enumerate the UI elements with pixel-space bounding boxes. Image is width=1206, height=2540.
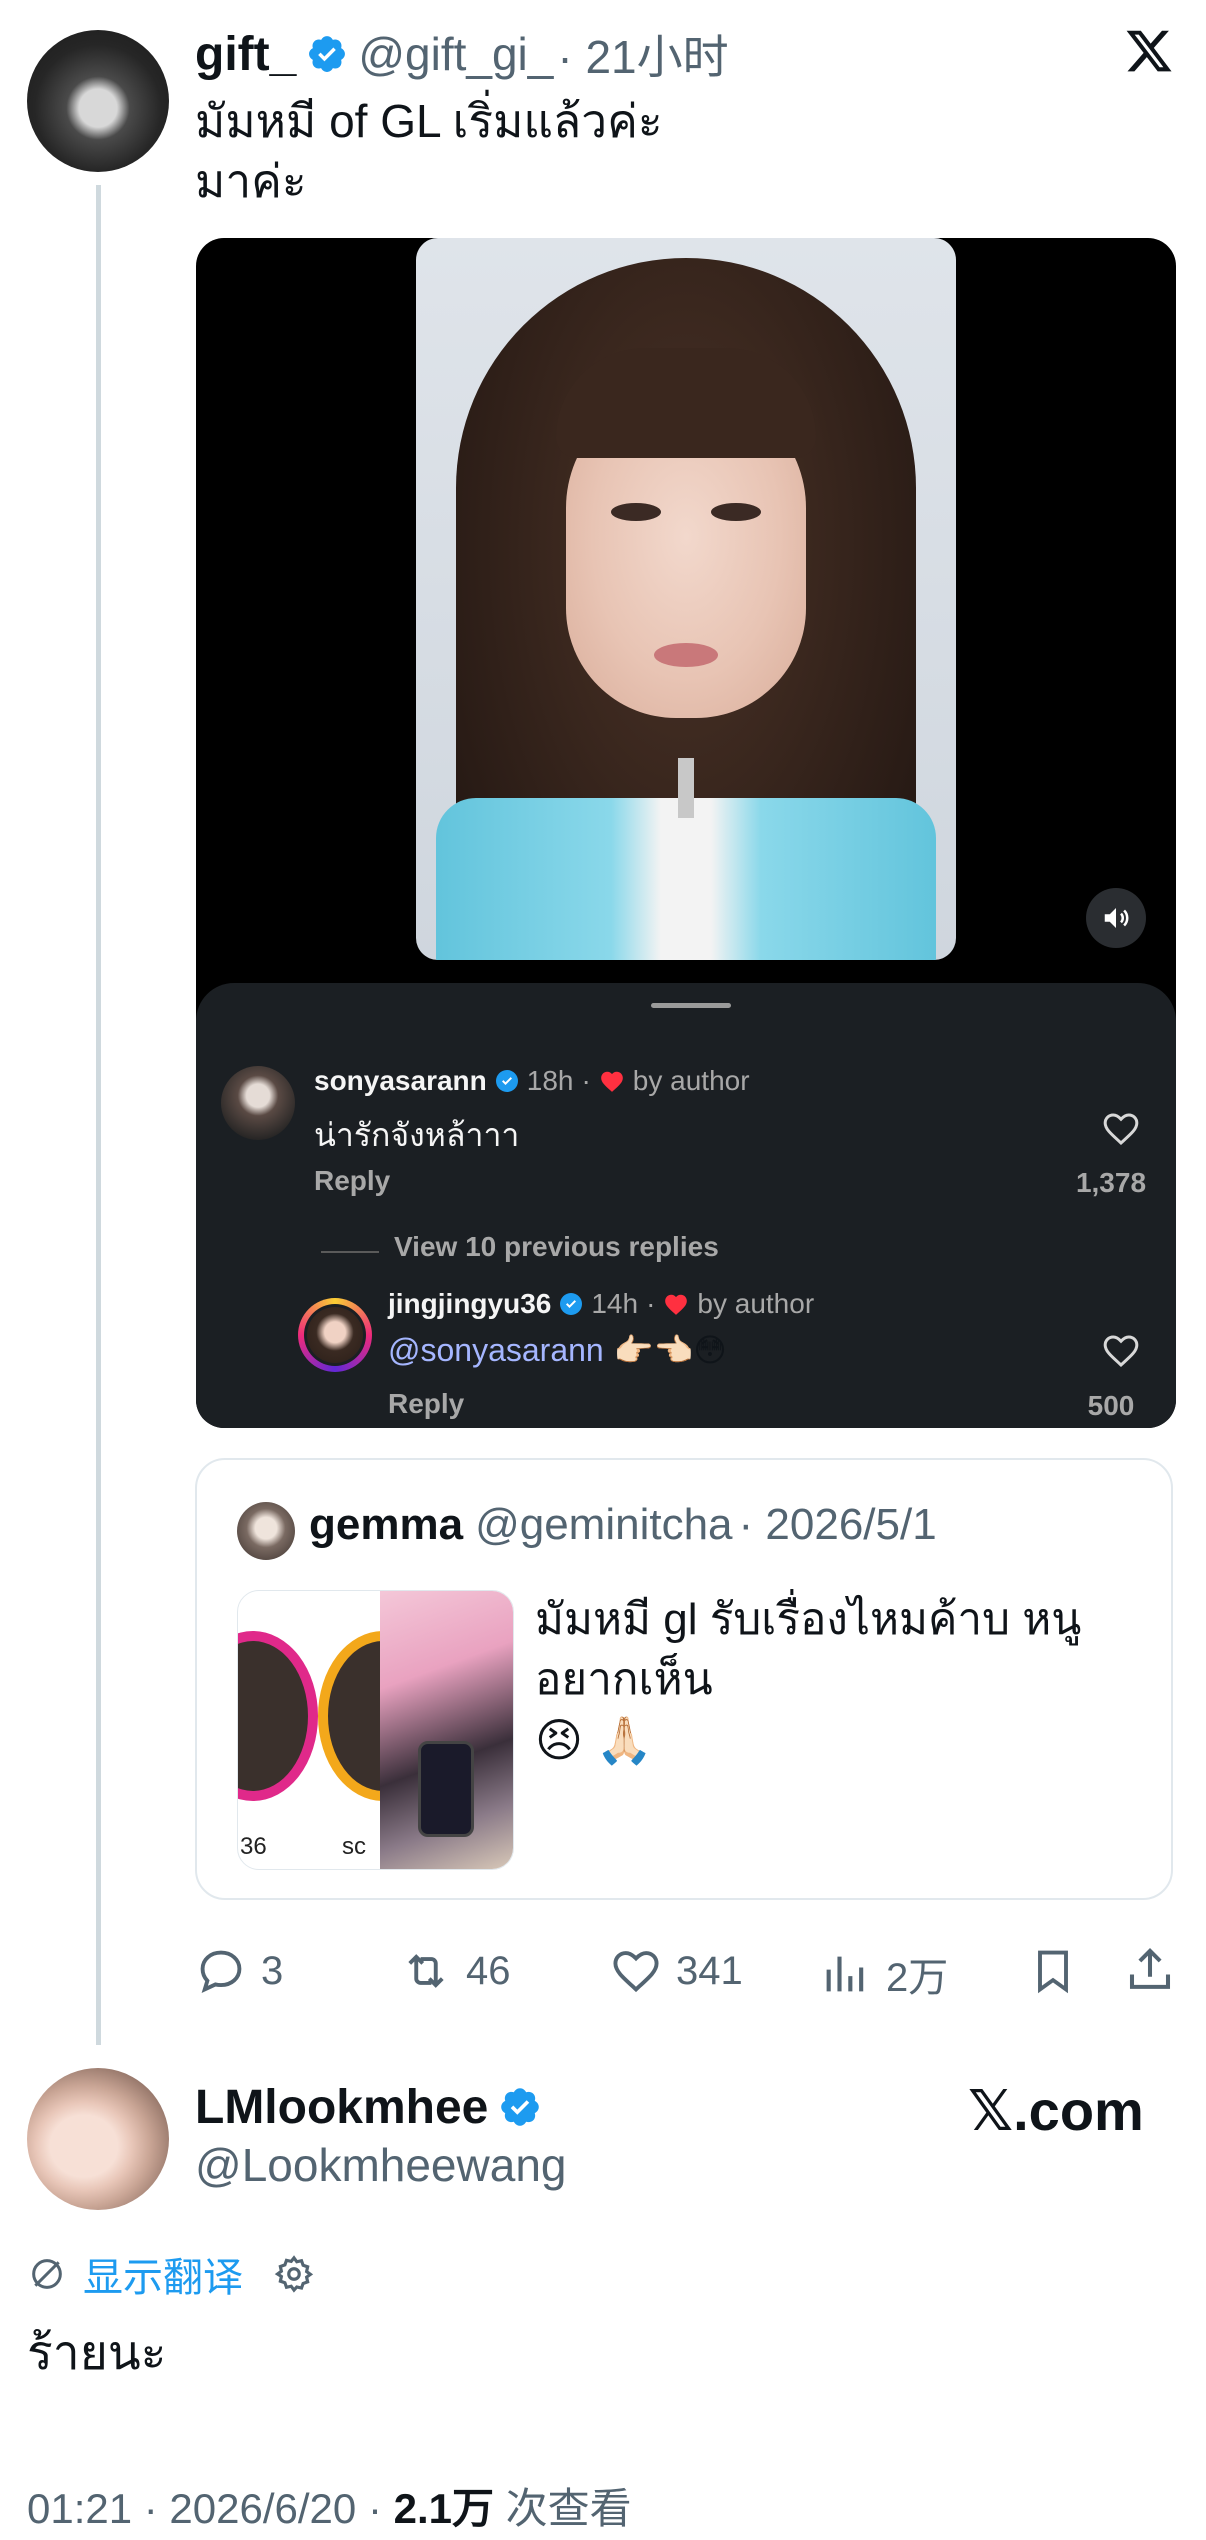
by-author-label: by author [697, 1288, 815, 1319]
view-previous-replies[interactable]: View 10 previous replies [394, 1231, 719, 1263]
reply-action-button[interactable]: 3 [195, 1945, 283, 1997]
tweet-timestamp[interactable]: · 21小时 [557, 21, 728, 87]
quoted-tweet[interactable]: gemma @geminitcha · 2026/5/1 36 sc มัมหม… [195, 1458, 1173, 1900]
comment-text: น่ารักจังหล้าาา [314, 1117, 520, 1153]
reply-author-avatar[interactable] [27, 2068, 169, 2210]
thread-connector-line [96, 185, 101, 2045]
comment-username[interactable]: sonyasarann [314, 1065, 487, 1097]
quoted-author-handle[interactable]: @geminitcha [475, 1500, 732, 1550]
reply-count: 3 [261, 1948, 284, 1993]
author-handle[interactable]: @gift_gi_ [358, 27, 553, 81]
tweet-media-image[interactable]: sonyasarann 18h · by author น่ารักจังหล้… [196, 238, 1176, 1428]
portrait-photo [416, 238, 956, 960]
comment-like-icon[interactable] [1101, 1109, 1141, 1152]
author-avatar[interactable] [27, 30, 169, 172]
verified-badge-icon [495, 1070, 518, 1092]
reply-like-count: 500 [1087, 1390, 1135, 1421]
thumb-label: 36 [240, 1833, 267, 1860]
quoted-emoji: 😣 🙏🏻 [535, 1714, 654, 1766]
quoted-text-line-1: มัมหมี gl รับเรื่องไหมค้าบ หนู [535, 1595, 1082, 1644]
views-count: 2万 [886, 1956, 949, 2000]
reply-username[interactable]: jingjingyu36 [388, 1288, 551, 1320]
bookmark-icon[interactable] [1027, 1945, 1079, 2002]
reply-views-count: 2.1万 [393, 2485, 494, 2532]
like-count: 341 [676, 1948, 743, 1993]
comment-like-count: 1,378 [1075, 1167, 1147, 1198]
show-translation-link[interactable]: 显示翻译 [83, 2245, 243, 2303]
reply-time: 14h [591, 1288, 639, 1319]
reply-reply-button[interactable]: Reply [388, 1388, 464, 1420]
reply-author-name[interactable]: LMlookmhee [195, 2080, 488, 2135]
instagram-comments-sheet: sonyasarann 18h · by author น่ารักจังหล้… [196, 983, 1176, 1428]
verified-badge-icon [560, 1293, 583, 1315]
comment-avatar[interactable] [221, 1066, 295, 1140]
reply-views-label: 次查看 [494, 2485, 632, 2532]
x-com-brand: 𝕏.com [968, 2079, 1144, 2142]
retweet-action-button[interactable]: 46 [400, 1945, 511, 1997]
share-icon[interactable] [1123, 1943, 1177, 2002]
reply-emoji: 👉🏻👈🏻😳 [613, 1332, 727, 1368]
reply-timestamp[interactable]: 01:21 · 2026/6/20 · [27, 2485, 394, 2532]
reply-avatar[interactable] [298, 1298, 372, 1372]
verified-badge-icon [309, 36, 346, 72]
quoted-author-name[interactable]: gemma [309, 1500, 463, 1550]
replies-divider [321, 1251, 379, 1253]
reply-like-icon[interactable] [1101, 1331, 1141, 1374]
heart-filled-icon [665, 1294, 688, 1315]
views-bar-chart-icon [826, 1956, 864, 1992]
gear-icon[interactable] [273, 2253, 315, 2295]
comment-time: 18h [526, 1065, 574, 1096]
quoted-tweet-date: · 2026/5/1 [738, 1500, 937, 1549]
like-action-button[interactable]: 341 [610, 1945, 743, 1997]
views-action-button[interactable]: 2万 [820, 1945, 948, 2003]
reply-tweet-text: ร้ายนะ [27, 2327, 167, 2380]
quoted-media-thumbnail[interactable]: 36 sc [237, 1590, 514, 1870]
by-author-label: by author [632, 1065, 750, 1096]
thumb-label: sc [342, 1833, 366, 1860]
verified-badge-icon [501, 2088, 540, 2126]
speaker-icon[interactable] [1086, 888, 1146, 948]
comment-reply-button[interactable]: Reply [314, 1165, 390, 1197]
tweet-text-line-1: มัมหมี of GL เริ่มแล้วค่ะ [195, 95, 663, 147]
reply-mention-link[interactable]: @sonyasarann [388, 1332, 604, 1369]
translate-globe-icon [32, 2259, 62, 2289]
reply-icon [200, 1950, 242, 1994]
quoted-author-avatar[interactable] [237, 1502, 295, 1560]
retweet-count: 46 [466, 1948, 511, 1993]
heart-filled-icon [600, 1071, 623, 1092]
author-name[interactable]: gift_ [195, 27, 296, 82]
x-logo-icon [1124, 26, 1174, 76]
tweet-text-line-2: มาค่ะ [195, 155, 307, 207]
retweet-icon [408, 1954, 444, 1988]
sheet-drag-handle[interactable] [651, 1003, 731, 1008]
quoted-text-line-2: อยากเห็น [535, 1655, 713, 1704]
reply-author-handle[interactable]: @Lookmheewang [195, 2138, 566, 2192]
heart-icon [613, 1951, 659, 1993]
